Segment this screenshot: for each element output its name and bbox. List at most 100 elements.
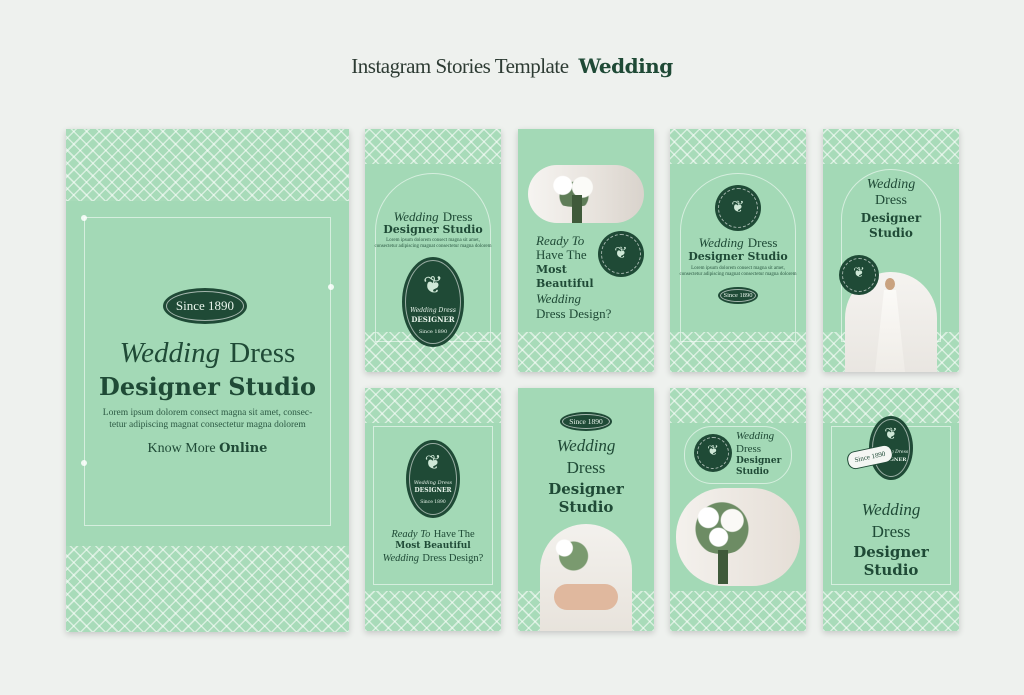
mesh-bottom bbox=[518, 332, 654, 372]
logo-since: Since 1890 bbox=[420, 500, 446, 505]
card8-l3: Designer bbox=[736, 456, 782, 466]
logo-line1: Wedding Dress bbox=[410, 307, 456, 314]
card4-body1: Lorem ipsum dolorem consect magna sit am… bbox=[691, 266, 785, 271]
page-title: Instagram Stories Template Wedding bbox=[0, 54, 1024, 79]
card3-l4: Beautiful bbox=[536, 277, 594, 290]
mesh-bottom bbox=[670, 591, 806, 631]
logo-line2: DESIGNER bbox=[414, 487, 452, 494]
logo-line1: Wedding Dress bbox=[413, 480, 453, 486]
mesh-top bbox=[670, 129, 806, 164]
card8-l2: Dress bbox=[736, 443, 762, 455]
since-badge: Since 1890 bbox=[560, 412, 612, 431]
have-the: Have The bbox=[433, 529, 475, 540]
card7-l3: Designer bbox=[548, 480, 624, 498]
title-light: Instagram Stories Template bbox=[351, 54, 569, 78]
story-card-3: ❦ Ready To Have The Most Beautiful Weddi… bbox=[518, 129, 654, 372]
card6-l3: Wedding Dress Design? bbox=[365, 552, 501, 564]
card6-l1: Ready To Have The bbox=[365, 528, 501, 540]
card7-l2: Dress bbox=[566, 458, 606, 477]
dress-design: Dress Design? bbox=[422, 553, 484, 564]
card5-l2: Dress bbox=[875, 193, 907, 208]
card3-l6: Dress Design? bbox=[536, 306, 612, 321]
card5-l4: Studio bbox=[869, 226, 913, 240]
fern-icon: ❦ bbox=[884, 424, 898, 443]
logo-seal: ❦ bbox=[839, 255, 879, 295]
fern-icon: ❦ bbox=[707, 443, 719, 459]
card6-l2: Most Beautiful bbox=[395, 541, 471, 551]
decor-dot bbox=[81, 215, 87, 221]
logo-since: Since 1890 bbox=[418, 329, 448, 335]
dress-word: Dress bbox=[442, 209, 473, 224]
fern-icon: ❦ bbox=[731, 197, 745, 216]
main-title-line1: Wedding Dress bbox=[66, 335, 349, 370]
ready-to: Ready To bbox=[391, 529, 431, 540]
since-badge: Since 1890 bbox=[163, 288, 247, 324]
logo-oval: ❦ Wedding Dress DESIGNER Since 1890 bbox=[406, 440, 460, 518]
card2-body2: consectetur adipiscing magnat consectetu… bbox=[374, 244, 492, 249]
wedding-word: Wedding bbox=[119, 337, 221, 369]
card9-l1: Wedding bbox=[861, 500, 921, 519]
dress-word: Dress bbox=[229, 337, 296, 369]
logo-seal: ❦ bbox=[694, 434, 732, 472]
mesh-top bbox=[365, 129, 501, 164]
logo-seal: ❦ bbox=[715, 185, 761, 231]
since-text: Since 1890 bbox=[853, 449, 887, 465]
card3-l2: Have The bbox=[536, 247, 587, 262]
mesh-top bbox=[66, 129, 349, 201]
story-card-main: Since 1890 Wedding Dress Designer Studio… bbox=[66, 129, 349, 632]
cta-light: Know More bbox=[147, 441, 216, 456]
card9-l2: Dress bbox=[871, 522, 911, 541]
since-badge: Since 1890 bbox=[718, 287, 758, 304]
main-body-line2: tetur adipiscing magnat consectetur magn… bbox=[109, 420, 306, 430]
card4-title: Wedding Dress bbox=[670, 235, 806, 251]
logo-line2: DESIGNER bbox=[411, 315, 455, 324]
card5-l1: Wedding bbox=[866, 177, 916, 192]
card5-l3: Designer bbox=[860, 211, 922, 225]
story-card-8: ❦ Wedding Dress Designer Studio bbox=[670, 388, 806, 631]
logo-oval: ❦ Wedding Dress DESIGNER Since 1890 bbox=[402, 257, 464, 347]
card4-subtitle: Designer Studio bbox=[688, 250, 788, 263]
card9-l3: Designer bbox=[853, 543, 929, 561]
story-card-4: ❦ Wedding Dress Designer Studio Lorem ip… bbox=[670, 129, 806, 372]
story-card-9: ❦ Wedding Dress DESIGNER Since 1890 Wedd… bbox=[823, 388, 959, 631]
cta-link[interactable]: Know More Online bbox=[66, 441, 349, 457]
card3-l3: Most bbox=[536, 263, 567, 276]
card3-l5: Wedding bbox=[536, 291, 582, 306]
title-bold: Wedding bbox=[578, 54, 674, 78]
fern-icon: ❦ bbox=[424, 450, 442, 474]
mesh-top bbox=[365, 388, 501, 423]
wedding-word: Wedding bbox=[698, 235, 744, 250]
story-card-2: Wedding Dress Designer Studio Lorem ipsu… bbox=[365, 129, 501, 372]
story-card-6: ❦ Wedding Dress DESIGNER Since 1890 Read… bbox=[365, 388, 501, 631]
fern-icon: ❦ bbox=[853, 265, 865, 281]
decor-dot bbox=[81, 460, 87, 466]
wedding-word: Wedding bbox=[382, 553, 420, 564]
bouquet-photo bbox=[528, 165, 644, 223]
fern-icon: ❦ bbox=[422, 271, 444, 299]
story-card-5: Wedding Dress Designer Studio ❦ bbox=[823, 129, 959, 372]
decor-dot bbox=[328, 284, 334, 290]
main-body-line1: Lorem ipsum dolorem consect magna sit am… bbox=[102, 408, 313, 418]
card2-subtitle: Designer Studio bbox=[383, 223, 483, 236]
dress-word: Dress bbox=[747, 235, 778, 250]
bouquet-photo bbox=[676, 488, 800, 586]
wedding-word: Wedding bbox=[393, 209, 439, 224]
hands-photo bbox=[540, 524, 632, 631]
fern-icon: ❦ bbox=[614, 243, 628, 262]
mesh-top bbox=[670, 388, 806, 423]
cta-bold: Online bbox=[219, 441, 268, 456]
card8-l1: Wedding bbox=[736, 430, 775, 442]
mesh-top bbox=[823, 129, 959, 164]
card8-l4: Studio bbox=[736, 467, 769, 477]
story-card-7: Since 1890 Wedding Dress Designer Studio bbox=[518, 388, 654, 631]
card7-l4: Studio bbox=[558, 498, 614, 516]
card9-l4: Studio bbox=[863, 561, 919, 579]
logo-seal: ❦ bbox=[598, 231, 644, 277]
card4-body2: consectetur adipiscing magnat consectetu… bbox=[679, 272, 797, 277]
main-title-line2: Designer Studio bbox=[99, 372, 316, 401]
mesh-bottom bbox=[66, 546, 349, 632]
mesh-bottom bbox=[365, 591, 501, 631]
card2-body1: Lorem ipsum dolorem consect magna sit am… bbox=[386, 238, 480, 243]
card7-l1: Wedding bbox=[556, 436, 616, 455]
mesh-bottom bbox=[823, 591, 959, 631]
